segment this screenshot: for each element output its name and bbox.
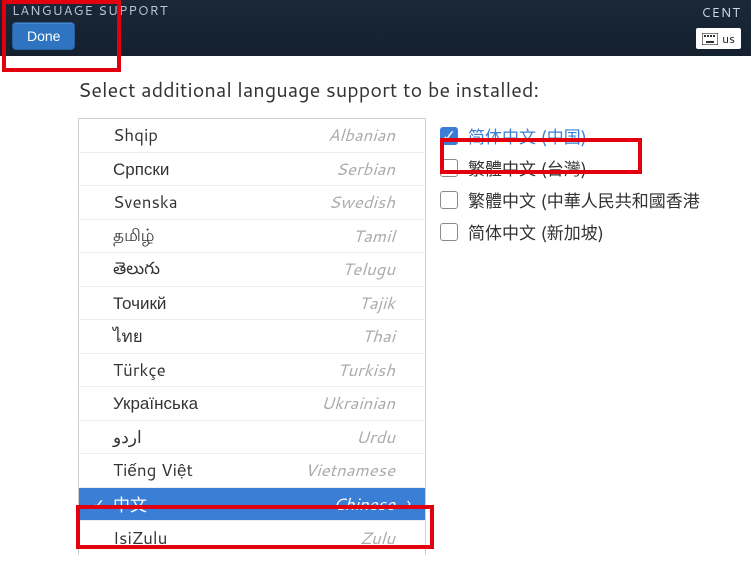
checkbox[interactable]: ✓ (440, 127, 458, 145)
language-row[interactable]: ✓SvenskaSwedish› (79, 186, 425, 220)
language-english: Telugu (160, 257, 395, 281)
language-english: Vietnamese (193, 458, 395, 482)
language-native: தமிழ் (113, 223, 155, 248)
language-row[interactable]: ✓اردوUrdu› (79, 421, 425, 455)
checkbox[interactable] (440, 191, 458, 209)
variant-row[interactable]: 简体中文 (新加坡) (434, 216, 741, 248)
language-native: Tiếng Việt (113, 458, 193, 482)
language-native: Српски (113, 157, 169, 181)
language-native: Svenska (113, 190, 178, 214)
checkbox[interactable] (440, 159, 458, 177)
language-row[interactable]: ✓ShqipAlbanian› (79, 119, 425, 153)
language-english: Zulu (167, 526, 395, 550)
variant-row[interactable]: ✓ 简体中文 (中国) (434, 120, 741, 152)
language-native: ไทย (113, 323, 143, 350)
language-english: Serbian (169, 157, 395, 181)
done-button[interactable]: Done (12, 22, 75, 50)
variant-label: 简体中文 (中国) (468, 123, 587, 149)
keyboard-indicator[interactable]: us (696, 28, 741, 49)
keyboard-layout-label: us (722, 30, 735, 47)
variant-row[interactable]: 繁體中文 (中華人民共和國香港 (434, 184, 741, 216)
language-row[interactable]: ✓中文Chinese› (79, 488, 425, 522)
language-english: Tajik (166, 291, 395, 315)
page-title: LANGUAGE SUPPORT (12, 2, 739, 20)
distro-label: CENT (696, 4, 741, 22)
language-english: Albanian (158, 123, 395, 147)
language-native: اردو (113, 425, 142, 449)
language-english: Turkish (166, 358, 395, 382)
language-row[interactable]: ✓தமிழ்Tamil› (79, 220, 425, 254)
language-row[interactable]: ✓УкраїнськаUkrainian› (79, 387, 425, 421)
variant-list[interactable]: ✓ 简体中文 (中国) 繁體中文 (台灣) 繁體中文 (中華人民共和國香港简体中文 (… (434, 118, 741, 555)
chevron-right-icon: › (395, 492, 411, 515)
language-list[interactable]: ✓ShqipAlbanian›✓СрпскиSerbian›✓SvenskaSw… (78, 118, 426, 555)
language-row[interactable]: ✓TürkçeTurkish› (79, 354, 425, 388)
language-native: Türkçe (113, 358, 166, 382)
language-english: Tamil (155, 224, 396, 248)
language-row[interactable]: ✓Tiếng ViệtVietnamese› (79, 454, 425, 488)
language-english: Urdu (142, 425, 395, 449)
checkbox[interactable] (440, 223, 458, 241)
language-native: Shqip (113, 123, 158, 147)
language-english: Thai (143, 324, 395, 348)
check-icon: ✓ (93, 494, 113, 514)
language-row[interactable]: ✓ไทยThai› (79, 320, 425, 354)
language-row[interactable]: ✓СрпскиSerbian› (79, 153, 425, 187)
prompt-text: Select additional language support to be… (78, 76, 741, 104)
language-row[interactable]: ✓తెలుగుTelugu› (79, 253, 425, 287)
variant-label: 简体中文 (新加坡) (468, 219, 604, 245)
language-english: Chinese (147, 492, 395, 516)
variant-label: 繁體中文 (台灣) (468, 155, 587, 181)
variant-row[interactable]: 繁體中文 (台灣) (434, 152, 741, 184)
language-row[interactable]: ✓ТочикйTajik› (79, 287, 425, 321)
language-native: 中文 (113, 491, 147, 517)
language-row[interactable]: ✓IsiZuluZulu› (79, 521, 425, 555)
language-native: తెలుగు (113, 256, 160, 283)
header-bar: LANGUAGE SUPPORT Done CENT us (0, 0, 751, 56)
language-english: Ukrainian (198, 391, 395, 415)
language-native: Точикй (113, 291, 166, 315)
language-native: Українська (113, 391, 198, 415)
variant-label: 繁體中文 (中華人民共和國香港 (468, 187, 700, 213)
keyboard-icon (702, 33, 718, 45)
language-english: Swedish (178, 190, 395, 214)
language-native: IsiZulu (113, 526, 167, 550)
header-right: CENT us (696, 4, 741, 51)
